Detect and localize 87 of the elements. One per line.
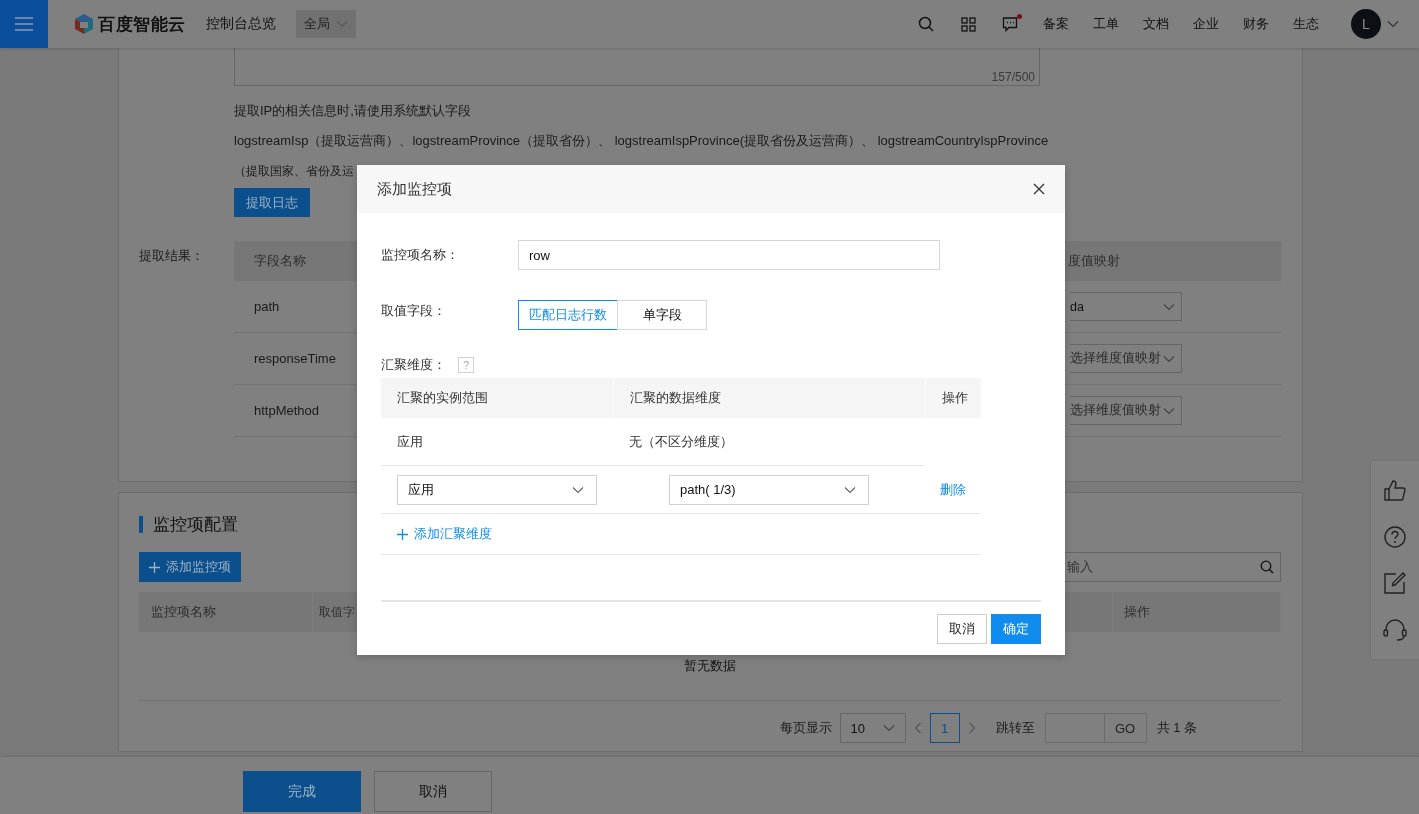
caret-icon (1387, 20, 1399, 28)
field-label: 取值字段： (381, 303, 446, 318)
logo-icon (74, 13, 94, 35)
avatar[interactable]: L (1351, 9, 1381, 39)
total-count: 共 1 条 (1156, 719, 1197, 737)
brand-name: 百度智能云 (98, 13, 186, 36)
chevron-left-icon (913, 722, 922, 734)
close-icon (1033, 183, 1045, 195)
nav-link[interactable]: 企业 (1185, 15, 1227, 33)
page-size-label: 每页显示 (779, 719, 832, 737)
dimension-dropdown[interactable]: path( 1/3) (669, 474, 869, 505)
help-button[interactable]: ? (458, 357, 474, 373)
plus-icon (149, 561, 160, 573)
help-button[interactable] (1384, 525, 1406, 548)
title-accent (139, 515, 143, 533)
thumbs-up-icon (1384, 479, 1406, 502)
column-header: 汇聚的实例范围 (397, 389, 488, 407)
feedback-button[interactable] (1384, 572, 1406, 595)
nav-link[interactable]: 财务 (1235, 15, 1277, 33)
mapping-dropdown[interactable]: 选择维度值映射 (1070, 396, 1182, 425)
edit-icon (1384, 572, 1406, 595)
caret-icon (572, 485, 584, 494)
help-icon (1384, 525, 1406, 548)
message-icon (1002, 16, 1018, 32)
grid-icon (960, 16, 976, 32)
nav-link[interactable]: 备案 (1035, 15, 1077, 33)
nav-link[interactable]: 生态 (1285, 15, 1327, 33)
mapping-dropdown[interactable]: da (1070, 292, 1182, 321)
column-header: 监控项名称 (151, 603, 216, 621)
scope-dropdown[interactable]: 应用 (397, 474, 597, 505)
menu-icon (15, 17, 33, 31)
field-label: 监控项名称： (381, 247, 459, 262)
scope-dropdown[interactable]: 全局 (295, 10, 356, 38)
dialog-button[interactable]: 确定 (991, 613, 1041, 644)
column-header: 操作 (1124, 603, 1150, 621)
column-header: 操作 (942, 389, 968, 407)
dialog-button[interactable]: 取消 (937, 613, 987, 644)
add-dimension-link[interactable]: 添加汇聚维度 (397, 525, 492, 543)
support-button[interactable] (1383, 618, 1407, 641)
textarea-field[interactable]: 157/500 (234, 48, 1040, 86)
footer-button[interactable]: 取消 (374, 771, 492, 812)
close-button[interactable] (1033, 183, 1045, 195)
footer-button[interactable]: 完成 (243, 771, 361, 812)
search-icon (918, 16, 934, 32)
char-counter: 157/500 (991, 70, 1036, 85)
jump-label: 跳转至 (995, 719, 1035, 737)
caret-icon (882, 724, 895, 732)
extract-log-button[interactable]: 提取日志 (234, 188, 310, 217)
go-button[interactable]: GO (1104, 713, 1147, 743)
mapping-dropdown[interactable]: 选择维度值映射 (1070, 344, 1182, 373)
table-cell: path (254, 299, 280, 314)
delete-link[interactable]: 删除 (925, 480, 966, 499)
segment-option[interactable]: 匹配日志行数 (518, 300, 618, 330)
nav-link[interactable]: 工单 (1085, 15, 1127, 33)
table-cell: responseTime (254, 351, 336, 366)
caret-icon (844, 485, 856, 494)
field-list-text: logstreamIsp（提取运营商）、logstreamProvince（提取省份）、 logstreamIspProvince(提取省份及运营商）、 logstreamCountryIspProvince (234, 132, 1050, 150)
result-label: 提取结果： (139, 248, 204, 263)
search-icon (1260, 560, 1274, 574)
segment-option[interactable]: 单字段 (617, 300, 707, 330)
chevron-right-icon (967, 722, 976, 734)
empty-text: 暂无数据 (684, 657, 736, 675)
search-field[interactable]: 输入 (1065, 552, 1281, 582)
column-header: 字段名称 (254, 253, 306, 268)
add-monitor-button[interactable]: 添加监控项 (139, 552, 241, 582)
plus-icon (397, 528, 408, 540)
page-size-dropdown[interactable]: 10 (839, 713, 906, 743)
table-cell: httpMethod (254, 403, 320, 418)
table-cell: 无（不区分维度） (629, 432, 733, 451)
headset-icon (1383, 618, 1407, 641)
caret-icon (1163, 406, 1175, 415)
caret-icon (1163, 354, 1175, 363)
caret-icon (1163, 302, 1175, 311)
table-cell: 应用 (397, 432, 423, 451)
hint-text: 提取IP的相关信息时,请使用系统默认字段 (234, 102, 472, 120)
console-title[interactable]: 控制台总览 (205, 15, 276, 33)
name-input[interactable]: row (518, 240, 940, 270)
menu-button[interactable] (0, 0, 48, 48)
field-label: 汇聚维度： (381, 356, 446, 374)
column-header: 取值字 (319, 603, 355, 621)
section-title: 监控项配置 (153, 513, 238, 536)
column-header: 汇聚的数据维度 (630, 389, 721, 407)
column-header: 度值映射 (1068, 253, 1120, 268)
nav-link[interactable]: 文档 (1135, 15, 1177, 33)
field-list-text: （提取国家、省份及运 (234, 163, 354, 180)
like-button[interactable] (1384, 479, 1406, 502)
dialog-title: 添加监控项 (377, 179, 452, 199)
